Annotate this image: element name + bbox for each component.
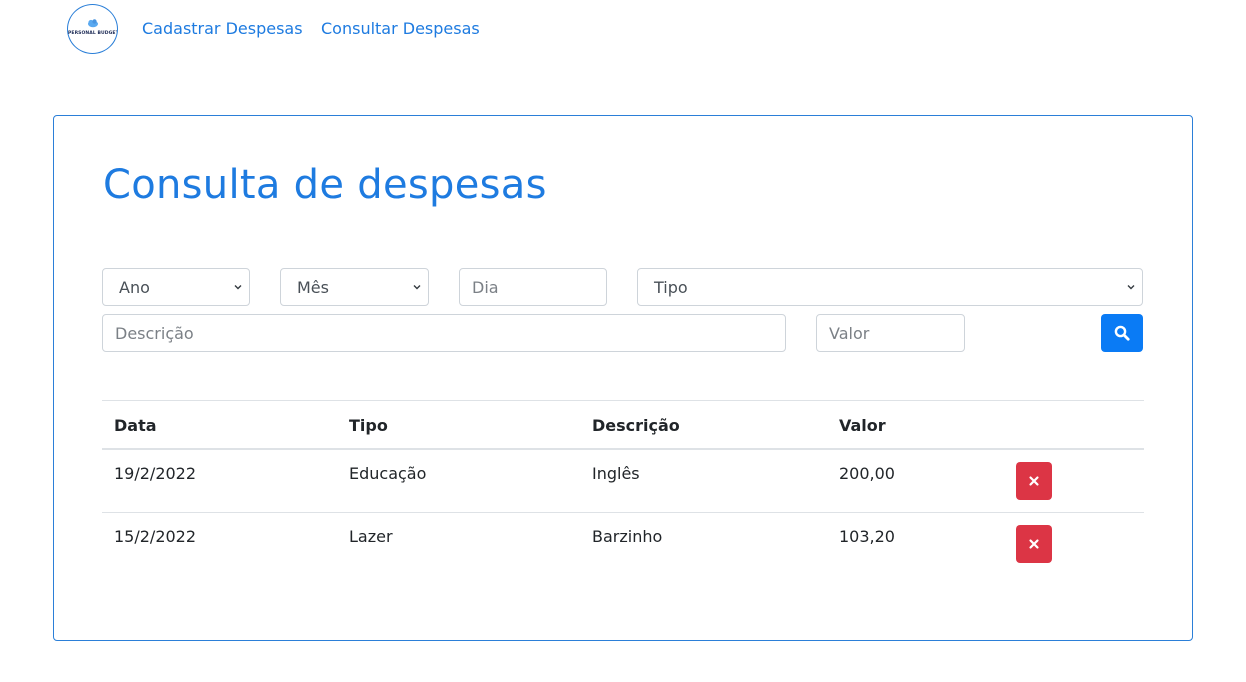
valor-placeholder: Valor [829, 323, 870, 343]
table-header: Data Tipo Descrição Valor [102, 400, 1144, 450]
cell-descricao: Barzinho [592, 527, 663, 546]
chevron-down-icon [1127, 285, 1135, 290]
cell-descricao: Inglês [592, 464, 640, 483]
header-valor: Valor [839, 416, 886, 435]
ano-select[interactable]: Ano [102, 268, 250, 306]
logo-text: PERSONAL BUDGET [68, 31, 118, 36]
chevron-down-icon [413, 285, 421, 290]
tipo-select-value: Tipo [654, 277, 688, 297]
descricao-input[interactable]: Descrição [102, 314, 786, 352]
cell-tipo: Educação [349, 464, 427, 483]
delete-button[interactable] [1016, 462, 1052, 500]
header-descricao: Descrição [592, 416, 680, 435]
descricao-placeholder: Descrição [115, 323, 194, 343]
cell-data: 15/2/2022 [114, 527, 197, 546]
logo[interactable]: PERSONAL BUDGET [67, 4, 118, 54]
valor-input[interactable]: Valor [816, 314, 965, 352]
nav-link-consultar-despesas[interactable]: Consultar Despesas [321, 19, 480, 38]
header-data: Data [114, 416, 157, 435]
search-button[interactable] [1101, 314, 1143, 352]
cloud-icon [88, 19, 98, 28]
table-row: 15/2/2022 Lazer Barzinho 103,20 [102, 513, 1144, 576]
mes-select-value: Mês [297, 277, 329, 297]
chevron-down-icon [234, 285, 242, 290]
cell-valor: 103,20 [839, 527, 895, 546]
expenses-table: Data Tipo Descrição Valor 19/2/2022 Educ… [102, 400, 1144, 576]
search-icon [1114, 325, 1130, 341]
page-title: Consulta de despesas [103, 162, 547, 208]
main-card: Consulta de despesas Ano Mês Dia Tipo De… [53, 115, 1193, 641]
cell-data: 19/2/2022 [114, 464, 197, 483]
ano-select-value: Ano [119, 277, 150, 297]
navbar: PERSONAL BUDGET Cadastrar Despesas Consu… [0, 0, 1246, 58]
mes-select[interactable]: Mês [280, 268, 429, 306]
delete-button[interactable] [1016, 525, 1052, 563]
cell-valor: 200,00 [839, 464, 895, 483]
nav-link-cadastrar-despesas[interactable]: Cadastrar Despesas [142, 19, 303, 38]
close-icon [1029, 476, 1039, 486]
header-tipo: Tipo [349, 416, 388, 435]
close-icon [1029, 539, 1039, 549]
tipo-select[interactable]: Tipo [637, 268, 1143, 306]
dia-placeholder: Dia [472, 277, 499, 297]
table-row: 19/2/2022 Educação Inglês 200,00 [102, 450, 1144, 513]
dia-input[interactable]: Dia [459, 268, 607, 306]
cell-tipo: Lazer [349, 527, 393, 546]
